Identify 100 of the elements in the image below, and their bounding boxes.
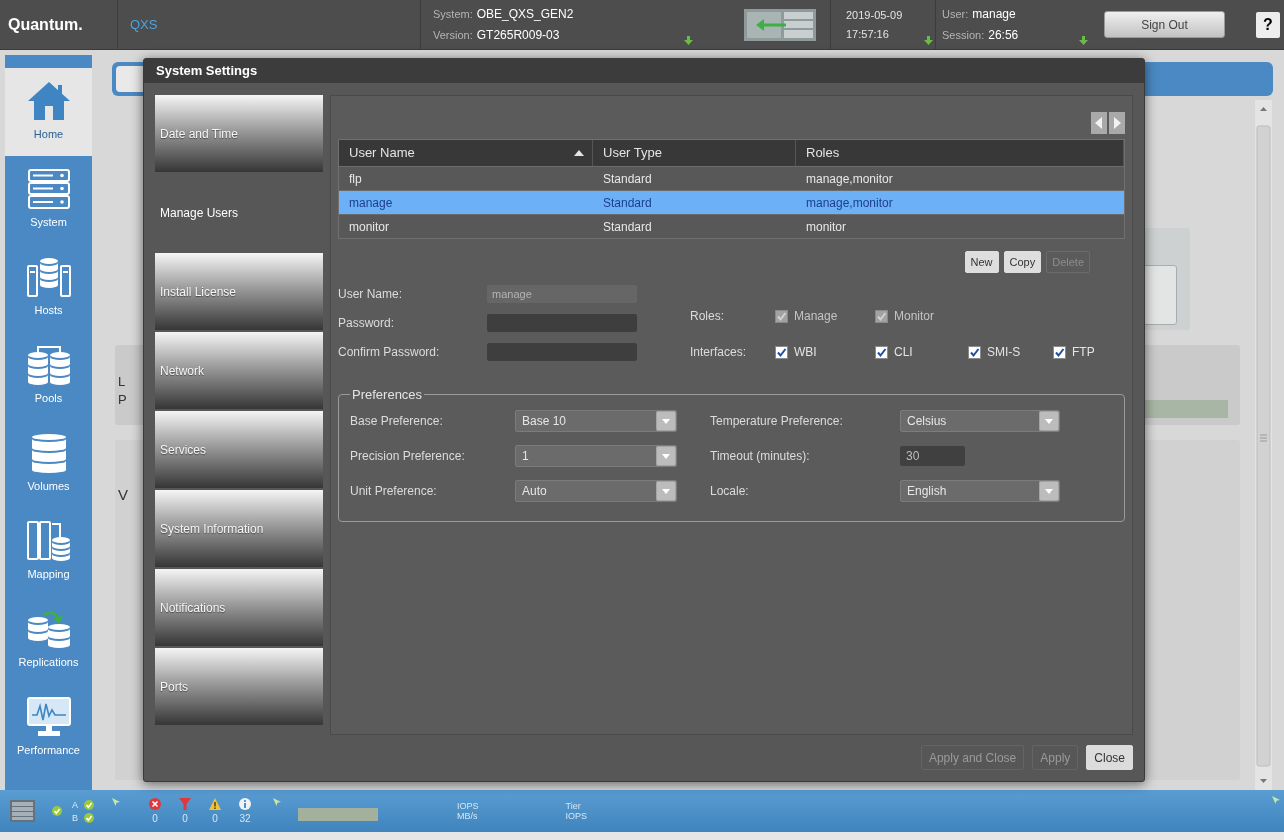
checkbox[interactable] [968, 345, 981, 359]
help-button[interactable]: ? [1256, 11, 1280, 38]
controller-label: B [72, 812, 78, 823]
field-label: User Name: [338, 286, 403, 303]
alert-count: 32 [239, 813, 251, 824]
settings-tab[interactable]: Ports [155, 648, 323, 725]
enclosure-icon[interactable] [744, 8, 816, 41]
arrow-icon[interactable] [1272, 796, 1280, 804]
meter-label: MB/s [457, 811, 479, 821]
down-arrow-icon[interactable] [1079, 36, 1088, 45]
product-name: QXS [130, 15, 158, 34]
scrollbar[interactable] [1255, 100, 1272, 790]
info-value: manage [972, 6, 1016, 23]
checkbox[interactable] [775, 345, 788, 359]
settings-tab[interactable]: Install License [155, 253, 323, 330]
checkbox[interactable] [875, 345, 888, 359]
dropdown-arrow-icon [1039, 480, 1059, 501]
settings-tab[interactable]: System Information [155, 490, 323, 567]
field-label: Locale: [710, 482, 750, 500]
info-label: System: [433, 7, 473, 22]
table-cell-text: manage [348, 194, 394, 212]
panel-text: P [118, 391, 127, 409]
table-action-button[interactable]: New [964, 251, 999, 273]
group-label: Roles: [690, 308, 725, 325]
info-icon [239, 798, 251, 810]
sign-out-button[interactable]: Sign Out [1104, 11, 1225, 38]
database-arrow-icon [26, 609, 71, 650]
enclosure-icon[interactable] [10, 800, 35, 822]
table-cell-text: Standard [602, 194, 653, 212]
dialog-title: System Settings [156, 62, 258, 81]
settings-tab[interactable]: Notifications [155, 569, 323, 646]
info-label: Session: [942, 28, 985, 43]
field-label: Confirm Password: [338, 344, 441, 361]
server-database-icon [26, 521, 71, 562]
next-page-button[interactable] [1109, 112, 1125, 134]
field-label: Unit Preference: [350, 482, 438, 500]
dropdown[interactable]: Celsius [900, 409, 1060, 432]
alert-count: 0 [182, 813, 188, 824]
table-cell-text: manage,monitor [805, 194, 894, 212]
table-cell-text: Standard [602, 218, 653, 236]
dropdown-arrow-icon [656, 445, 676, 466]
info-label: User: [942, 7, 969, 22]
checkbox-label: FTP [1072, 344, 1095, 361]
nav-item[interactable]: Home [5, 68, 92, 156]
meter-label: IOPS [457, 801, 479, 811]
monitor-chart-icon [26, 697, 71, 738]
table-action-button[interactable]: Copy [1003, 251, 1042, 273]
meter-label: Tier [565, 801, 582, 811]
dropdown-arrow-icon [656, 410, 676, 431]
error-icon [149, 798, 161, 810]
dropdown[interactable]: English [900, 479, 1060, 502]
input-field[interactable] [487, 314, 637, 332]
arrow-icon[interactable] [112, 798, 120, 806]
checkbox-label: WBI [794, 344, 817, 361]
dropdown-arrow-icon [1039, 410, 1059, 431]
info-value: 26:56 [988, 27, 1019, 44]
down-arrow-icon[interactable] [684, 36, 693, 45]
info-value: GT265R009-03 [476, 27, 560, 44]
dropdown[interactable]: Base 10 [515, 409, 677, 432]
sort-up-icon [574, 150, 584, 156]
check-icon [84, 799, 94, 810]
servers-database-icon [26, 257, 71, 298]
input-field[interactable] [487, 343, 637, 361]
group-label: Interfaces: [690, 344, 748, 361]
dropdown[interactable]: 1 [515, 444, 677, 467]
check-icon [84, 812, 94, 823]
panel-text: L [118, 373, 126, 391]
settings-tab[interactable]: Services [155, 411, 323, 488]
checkbox-label: Manage [794, 308, 838, 325]
checkbox-label: CLI [894, 344, 913, 361]
alert-count: 0 [212, 813, 218, 824]
table-row[interactable]: manage Standard manage,monitor [339, 190, 1124, 214]
server-stack-icon [26, 169, 71, 210]
panel-text: V [118, 485, 128, 505]
previous-page-button[interactable] [1091, 112, 1107, 134]
check-icon [52, 806, 62, 816]
table-cell-text: monitor [805, 218, 847, 236]
input-field[interactable]: 30 [900, 445, 965, 466]
settings-tab[interactable]: Network [155, 332, 323, 409]
checkbox-label: Monitor [894, 308, 934, 325]
clock-text: 2019-05-09 [846, 7, 904, 23]
dialog-button[interactable]: Close [1086, 745, 1133, 770]
info-value: OBE_QXS_GEN2 [476, 6, 574, 23]
settings-tab[interactable]: Date and Time [155, 95, 323, 172]
database-pair-icon [26, 345, 71, 386]
field-label: Password: [338, 315, 396, 332]
table-cell-text: Standard [602, 170, 653, 188]
controller-label: A [72, 799, 78, 810]
field-label: Timeout (minutes): [710, 447, 811, 465]
funnel-icon [179, 798, 191, 810]
dropdown[interactable]: Auto [515, 479, 677, 502]
arrow-icon[interactable] [273, 798, 281, 806]
table-cell-text: monitor [348, 218, 390, 236]
checkbox-label: SMI-S [987, 344, 1021, 361]
down-arrow-icon[interactable] [924, 36, 933, 45]
checkbox[interactable] [1053, 345, 1066, 359]
alert-count: 0 [152, 813, 158, 824]
group-title: Preferences [351, 386, 424, 404]
warning-icon [209, 798, 221, 810]
dropdown-arrow-icon [656, 480, 676, 501]
